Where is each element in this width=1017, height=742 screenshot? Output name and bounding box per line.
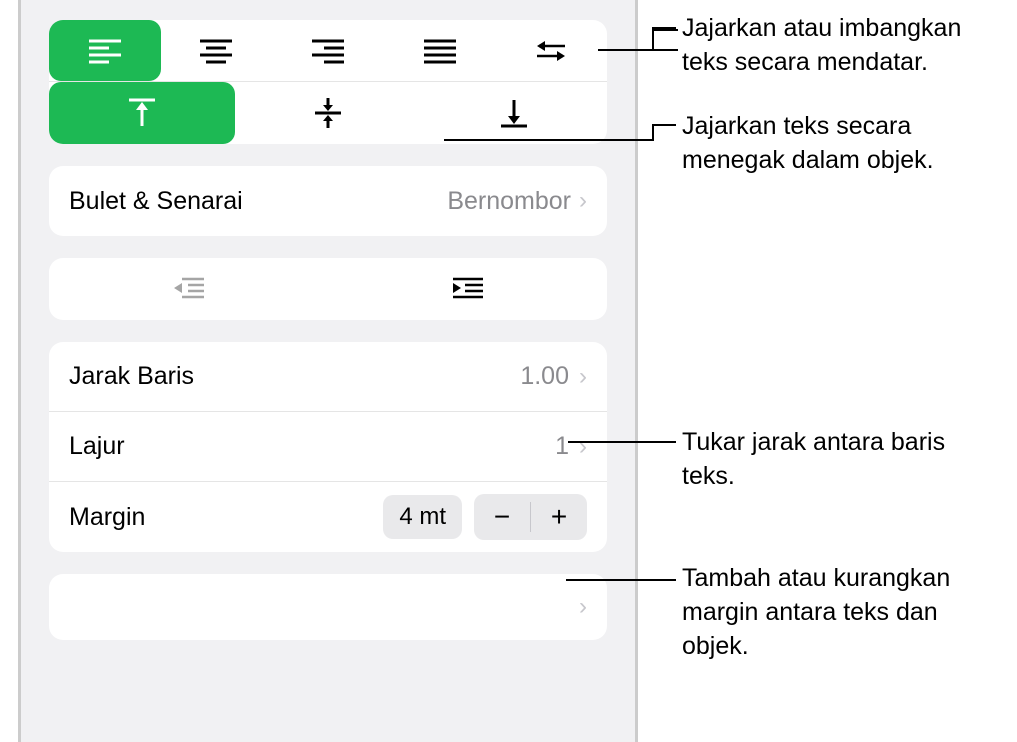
bullets-lists-card: Bulet & Senarai Bernombor › [49, 166, 607, 236]
align-top-button[interactable] [49, 82, 235, 144]
margin-label: Margin [69, 503, 383, 532]
align-center-button[interactable] [161, 20, 273, 81]
align-right-button[interactable] [272, 20, 384, 81]
align-justify-icon [422, 36, 458, 66]
settings-card: Jarak Baris 1.00 › Lajur 1 › Margin 4 mt… [49, 342, 607, 552]
more-card: › [49, 574, 607, 640]
indent-card [49, 258, 607, 320]
margin-increase-button[interactable]: + [531, 494, 587, 540]
margin-decrease-button[interactable]: − [474, 494, 530, 540]
align-center-icon [198, 36, 234, 66]
indent-row [49, 258, 607, 320]
margin-row: Margin 4 mt − + [49, 482, 607, 552]
margin-value[interactable]: 4 mt [383, 495, 462, 539]
horizontal-alignment-row [49, 20, 607, 82]
align-left-button[interactable] [49, 20, 161, 81]
line-spacing-label: Jarak Baris [69, 362, 520, 391]
indent-icon [451, 276, 485, 302]
chevron-right-icon: › [579, 593, 587, 621]
chevron-right-icon: › [579, 187, 587, 215]
outdent-icon [172, 276, 206, 302]
bullets-lists-row[interactable]: Bulet & Senarai Bernombor › [49, 166, 607, 236]
columns-label: Lajur [69, 432, 555, 461]
chevron-right-icon: › [579, 363, 587, 391]
annotation-margin: Tambah atau kurangkan margin antara teks… [682, 562, 1002, 663]
align-middle-icon [313, 96, 343, 130]
line-spacing-value: 1.00 [520, 362, 569, 391]
bullets-lists-value: Bernombor [447, 187, 571, 216]
align-left-icon [87, 36, 123, 66]
annotation-halign: Jajarkan atau imbangkan teks secara mend… [682, 12, 1002, 80]
margin-stepper: − + [474, 494, 587, 540]
text-direction-button[interactable] [495, 20, 607, 81]
indent-button[interactable] [328, 258, 607, 320]
columns-row[interactable]: Lajur 1 › [49, 412, 607, 482]
columns-value: 1 [555, 432, 569, 461]
align-justify-button[interactable] [384, 20, 496, 81]
outdent-button[interactable] [49, 258, 328, 320]
bidirectional-icon [533, 36, 569, 66]
align-middle-button[interactable] [235, 82, 421, 144]
annotation-line-spacing: Tukar jarak antara baris teks. [682, 426, 1002, 494]
line-spacing-row[interactable]: Jarak Baris 1.00 › [49, 342, 607, 412]
annotation-valign: Jajarkan teks secara menegak dalam objek… [682, 110, 1002, 178]
align-right-icon [310, 36, 346, 66]
bullets-lists-label: Bulet & Senarai [69, 187, 447, 216]
align-top-icon [127, 96, 157, 130]
more-row[interactable]: › [49, 574, 607, 640]
